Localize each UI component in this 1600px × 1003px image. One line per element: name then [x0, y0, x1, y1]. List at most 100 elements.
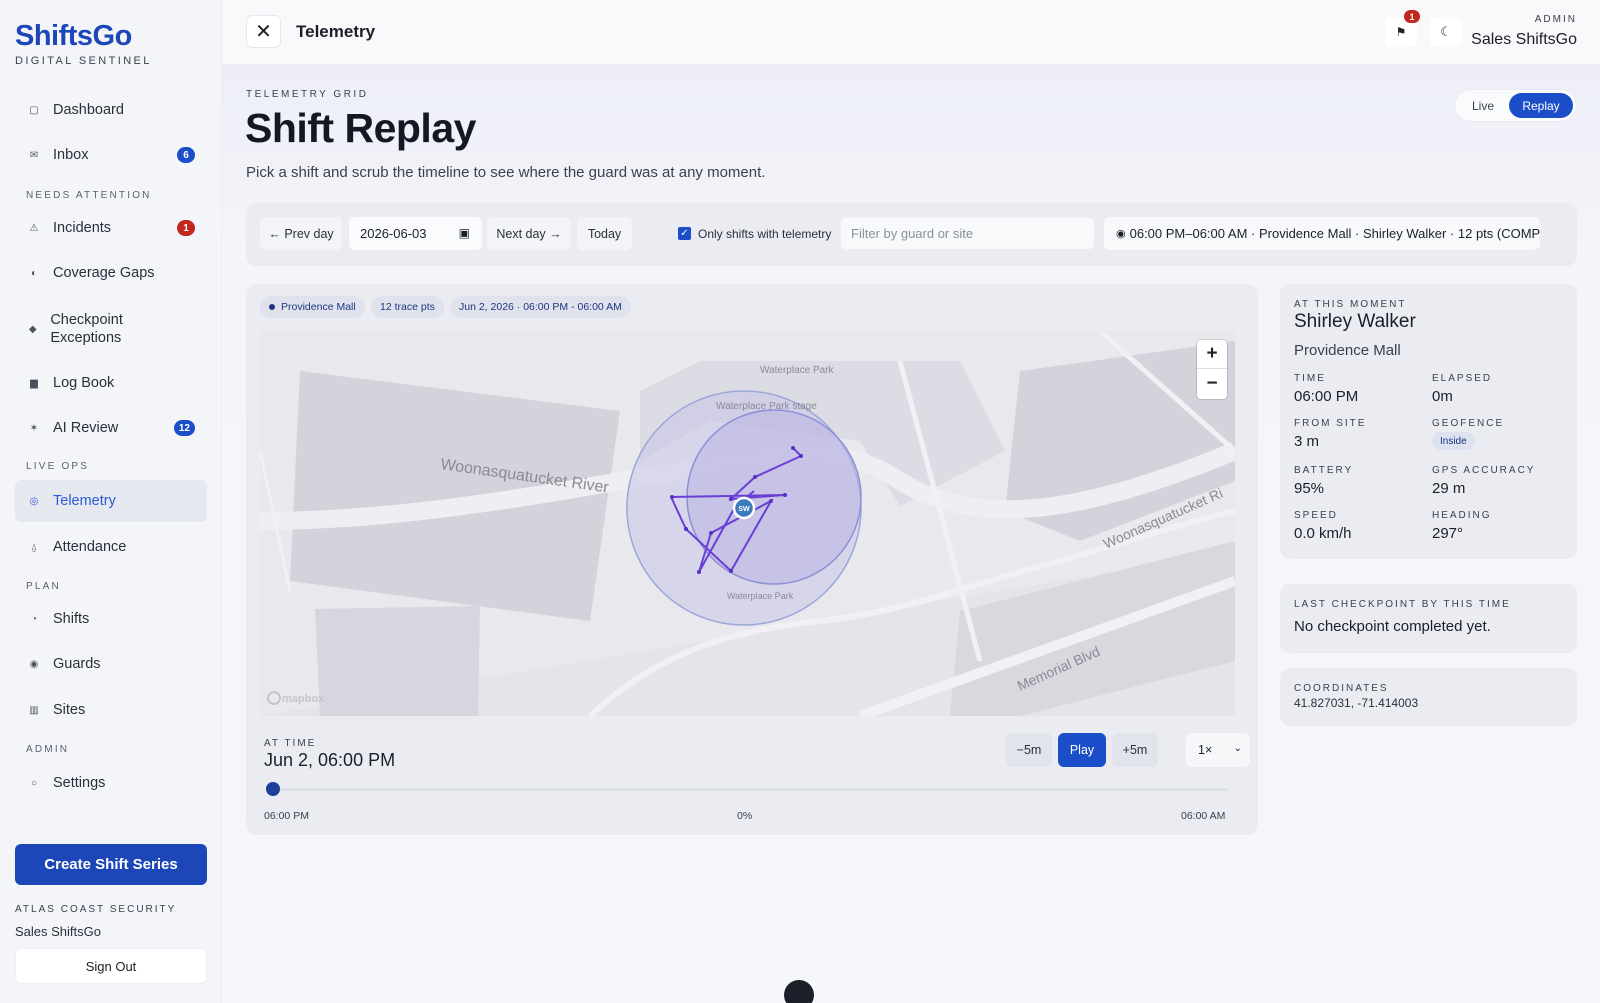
- sparkle-icon: ✶: [29, 422, 39, 434]
- last-checkpoint-panel: LAST CHECKPOINT BY THIS TIME No checkpoi…: [1280, 584, 1577, 653]
- brand-logo: ShiftsGo: [15, 20, 132, 52]
- speed-select[interactable]: 1× ⌄: [1186, 733, 1250, 767]
- user-name[interactable]: Sales ShiftsGo: [1471, 31, 1577, 49]
- org-name: ATLAS COAST SECURITY: [15, 904, 177, 915]
- heading-label: HEADING: [1432, 510, 1492, 521]
- gps-accuracy-value: 29 m: [1432, 480, 1466, 497]
- speed-label: SPEED: [1294, 510, 1338, 521]
- mode-replay-button[interactable]: Replay: [1509, 93, 1573, 118]
- close-icon: ✕: [255, 21, 272, 43]
- selected-shift: 06:00 PM–06:00 AM · Providence Mall · Sh…: [1129, 226, 1540, 241]
- close-button[interactable]: ✕: [246, 15, 281, 48]
- sidebar-item-label: Checkpoint Exceptions: [50, 312, 123, 346]
- sidebar-item-label: Incidents: [53, 220, 112, 236]
- sidebar-item-inbox[interactable]: ✉ Inbox 6: [15, 134, 207, 176]
- guard-site-filter-input[interactable]: [840, 217, 1095, 250]
- timeline-percent: 0%: [737, 810, 753, 822]
- only-telemetry-label[interactable]: Only shifts with telemetry: [698, 227, 831, 241]
- sidebar-item-label: Dashboard: [53, 102, 124, 118]
- zoom-in-button[interactable]: +: [1197, 340, 1227, 369]
- topbar-title: Telemetry: [296, 22, 376, 41]
- map-attribution: mapbox: [282, 693, 325, 705]
- sidebar-item-label: Attendance: [53, 539, 127, 555]
- radio-icon: ◉: [1116, 228, 1126, 240]
- today-button[interactable]: Today: [577, 217, 632, 250]
- sidebar-item-coverage-gaps[interactable]: ◐ Coverage Gaps: [15, 252, 207, 294]
- guard-marker-initials: SW: [738, 506, 750, 513]
- sidebar-item-settings[interactable]: ○ Settings: [15, 762, 207, 804]
- only-telemetry-checkbox[interactable]: ✓: [678, 227, 691, 240]
- map-label-park-lower: Waterplace Park: [727, 591, 794, 601]
- flag-icon: ⚑: [1395, 25, 1407, 39]
- sidebar-item-incidents[interactable]: ⚠ Incidents 1: [15, 207, 207, 249]
- geofence-status-badge: Inside: [1432, 432, 1475, 450]
- calendar-icon[interactable]: ▣: [459, 226, 470, 240]
- map-label-park: Waterplace Park: [760, 365, 835, 376]
- org-user: Sales ShiftsGo: [15, 924, 101, 939]
- mode-live-button[interactable]: Live: [1461, 93, 1505, 118]
- target-icon: ◎: [29, 495, 39, 507]
- timeline-scrubber-handle[interactable]: [266, 782, 280, 796]
- elapsed-value: 0m: [1432, 388, 1453, 405]
- sidebar-item-label: Guards: [53, 656, 101, 672]
- theme-toggle-button[interactable]: ☾: [1430, 17, 1462, 47]
- section-live-ops: LIVE OPS: [26, 461, 90, 472]
- check-icon: ✓: [680, 228, 689, 239]
- sidebar-item-label: Settings: [53, 775, 106, 791]
- sidebar-item-telemetry[interactable]: ◎ Telemetry: [15, 480, 207, 522]
- flag-count-badge: 1: [1404, 10, 1420, 23]
- last-checkpoint-value: No checkpoint completed yet.: [1294, 618, 1491, 635]
- date-value: 2026-06-03: [360, 226, 427, 241]
- sidebar-item-guards[interactable]: ◉ Guards: [15, 643, 207, 685]
- zoom-out-button[interactable]: −: [1197, 369, 1227, 398]
- square-icon: ▢: [29, 104, 39, 116]
- section-admin: ADMIN: [26, 744, 70, 755]
- sidebar-item-attendance[interactable]: ⍙ Attendance: [15, 526, 207, 568]
- play-button[interactable]: Play: [1058, 733, 1106, 767]
- moon-icon: ☾: [1440, 24, 1452, 39]
- warning-icon: ⚠: [29, 222, 39, 234]
- sidebar-item-label: Telemetry: [53, 493, 116, 509]
- brand-tagline: DIGITAL SENTINEL: [15, 55, 152, 67]
- shield-icon: ◉: [29, 658, 39, 670]
- shift-select[interactable]: ◉ 06:00 PM–06:00 AM · Providence Mall · …: [1104, 217, 1540, 250]
- sign-out-button[interactable]: Sign Out: [15, 948, 207, 984]
- from-site-label: FROM SITE: [1294, 418, 1367, 429]
- brand[interactable]: ShiftsGo DIGITAL SENTINEL: [15, 20, 152, 67]
- sidebar-item-ai-review[interactable]: ✶ AI Review 12: [15, 407, 207, 449]
- minus-5m-button[interactable]: −5m: [1006, 733, 1052, 767]
- date-input[interactable]: 2026-06-03 ▣: [349, 217, 482, 250]
- book-icon: ▆: [30, 377, 38, 389]
- inbox-count-badge: 6: [177, 147, 195, 163]
- diamond-icon: ◆: [28, 323, 37, 335]
- moment-label: AT THIS MOMENT: [1294, 299, 1407, 310]
- timeline-track[interactable]: [272, 788, 1228, 791]
- heading-value: 297°: [1432, 525, 1464, 542]
- sidebar-item-sites[interactable]: ▥ Sites: [15, 689, 207, 731]
- next-day-button[interactable]: Next day →: [487, 217, 571, 250]
- plus-5m-button[interactable]: +5m: [1112, 733, 1158, 767]
- sidebar-item-label: Coverage Gaps: [53, 265, 155, 281]
- clock-icon: ◔: [30, 613, 38, 625]
- sidebar-item-checkpoint-exceptions[interactable]: ◆ Checkpoint Exceptions: [15, 305, 165, 353]
- mode-toggle: Live Replay: [1454, 89, 1577, 122]
- prev-day-button[interactable]: ← Prev day: [260, 217, 342, 250]
- gear-icon: ○: [30, 777, 38, 789]
- sidebar-item-dashboard[interactable]: ▢ Dashboard: [15, 89, 207, 131]
- time-label: TIME: [1294, 373, 1326, 384]
- moment-guard: Shirley Walker: [1294, 311, 1416, 332]
- sidebar-item-label: Log Book: [53, 375, 115, 391]
- ai-review-count-badge: 12: [173, 420, 195, 436]
- create-shift-series-button[interactable]: Create Shift Series: [15, 844, 207, 885]
- floating-app-logo-icon[interactable]: [784, 980, 814, 1003]
- sidebar-item-log-book[interactable]: ▆ Log Book: [15, 362, 207, 404]
- coordinates-panel: COORDINATES 41.827031, -71.414003: [1280, 668, 1577, 726]
- map[interactable]: SW Woonasquatucket River Woonasquatucket…: [260, 331, 1235, 716]
- sidebar-item-shifts[interactable]: ◔ Shifts: [15, 598, 207, 640]
- points-chip: 12 trace pts: [371, 296, 444, 318]
- building-icon: ▥: [29, 704, 39, 716]
- replay-toolbar: ← Prev day 2026-06-03 ▣ Next day → Today…: [246, 203, 1577, 266]
- sidebar: ShiftsGo DIGITAL SENTINEL ▢ Dashboard ✉ …: [0, 0, 222, 1003]
- timeline-end: 06:00 AM: [1181, 810, 1226, 822]
- battery-value: 95%: [1294, 480, 1325, 497]
